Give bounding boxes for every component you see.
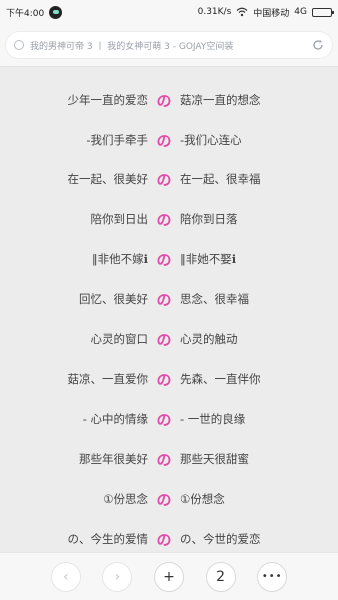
no-particle: の: [156, 210, 172, 229]
network-speed: 0.31K/s: [197, 7, 232, 17]
pair-text-right: 在一起、很幸福: [180, 172, 261, 186]
back-button[interactable]: ‹: [50, 561, 81, 592]
chevron-right-icon: ›: [114, 568, 121, 585]
pair-text-right: の、今世的爱恋: [180, 532, 261, 546]
address-text[interactable]: 我的男神可帝 3 丨 我的女神可萌 3 - GOJAY空间装: [30, 39, 304, 52]
no-particle: の: [156, 490, 172, 509]
text-pair-row: 陪你到日出の陪你到日落: [0, 206, 338, 232]
carrier-name: 中国移动: [253, 8, 290, 19]
pair-text-right: 先森、一直伴你: [180, 372, 261, 386]
pair-text-left: の、今生的爱情: [67, 532, 149, 546]
text-pair-row: -我们手牵手の -我们心连心: [0, 127, 338, 153]
pair-text-left: 菇凉、一直爱你: [67, 372, 149, 386]
no-particle: の: [156, 410, 172, 429]
address-bar[interactable]: 我的男神可帝 3 丨 我的女神可萌 3 - GOJAY空间装: [6, 32, 332, 58]
no-particle: の: [156, 290, 172, 309]
text-pair-row: ‖非他不嫁ℹ の ‖非她不娶ℹ: [0, 246, 338, 272]
text-pair-row: 那些年很美好の那些天很甜蜜: [0, 446, 338, 472]
text-pair-row: 心灵的窗口の心灵的触动: [0, 326, 338, 352]
text-pair-row: - 心中的情缘の - 一世的良缘: [0, 406, 338, 432]
pair-text-left: 回忆、很美好: [79, 292, 148, 306]
no-particle: の: [156, 250, 172, 269]
refresh-icon[interactable]: [312, 39, 324, 51]
no-particle: の: [156, 91, 172, 110]
plus-icon: +: [163, 568, 175, 585]
menu-button[interactable]: •••: [257, 561, 288, 592]
bottom-toolbar: ‹ › + 2 •••: [0, 552, 338, 600]
pair-text-left: ‖非他不嫁ℹ: [91, 252, 148, 266]
pair-text-right: 菇凉一直的想念: [180, 93, 261, 107]
page-content: 少年一直的爱恋の菇凉一直的想念 -我们手牵手の -我们心连心 在一起、很美好の在一起、…: [0, 66, 338, 552]
no-particle: の: [156, 450, 172, 469]
pair-text-left: 心灵的窗口: [90, 332, 149, 346]
status-right: 0.31K/s 中国移动 4G: [197, 6, 334, 19]
pair-text-right: ‖非她不娶ℹ: [180, 252, 237, 266]
no-particle: の: [156, 530, 172, 549]
pair-text-right: - 一世的良缘: [180, 412, 246, 426]
text-pair-row: 在一起、很美好の在一起、很幸福: [0, 166, 338, 192]
no-particle: の: [156, 370, 172, 389]
pair-text-right: 那些天很甜蜜: [180, 452, 249, 466]
no-particle: の: [156, 170, 172, 189]
pair-text-right: -我们心连心: [180, 133, 242, 147]
pair-text-right: 心灵的触动: [180, 332, 238, 346]
status-left: 下午4:00: [6, 5, 63, 19]
pair-text-right: 陪你到日落: [180, 212, 238, 226]
pair-text-left: -我们手牵手: [86, 133, 148, 147]
battery-icon: [312, 7, 334, 17]
wifi-icon: [236, 7, 248, 17]
text-pair-row: 少年一直的爱恋の菇凉一直的想念: [0, 87, 338, 113]
network-type: 4G: [294, 7, 307, 17]
tabs-button[interactable]: 2: [205, 561, 236, 592]
status-bar: 下午4:00 0.31K/s 中国移动 4G: [0, 0, 338, 24]
pair-text-right: ①份想念: [180, 492, 225, 506]
security-icon: [14, 40, 24, 50]
text-pair-row: の、今生的爱情のの、今世的爱恋: [0, 526, 338, 552]
pair-text-left: 在一起、很美好: [67, 172, 149, 186]
chevron-left-icon: ‹: [62, 568, 69, 585]
pair-text-left: 那些年很美好: [79, 452, 148, 466]
pair-text-right: 思念、很幸福: [180, 292, 249, 306]
pair-text-left: ①份思念: [103, 492, 148, 506]
text-pair-row: 回忆、很美好の思念、很幸福: [0, 286, 338, 312]
no-particle: の: [156, 131, 172, 150]
forward-button[interactable]: ›: [102, 561, 133, 592]
pair-text-left: - 心中的情缘: [82, 412, 148, 426]
pair-text-left: 少年一直的爱恋: [67, 93, 149, 107]
pair-text-left: 陪你到日出: [90, 212, 149, 226]
new-tab-button[interactable]: +: [153, 561, 184, 592]
status-time: 下午4:00: [6, 8, 45, 19]
text-pair-row: 菇凉、一直爱你の先森、一直伴你: [0, 366, 338, 392]
app-notification-icon: [49, 5, 63, 19]
no-particle: の: [156, 330, 172, 349]
more-icon: •••: [261, 571, 283, 582]
tab-count: 2: [216, 568, 226, 585]
text-pair-row: ①份思念の ①份想念: [0, 486, 338, 512]
